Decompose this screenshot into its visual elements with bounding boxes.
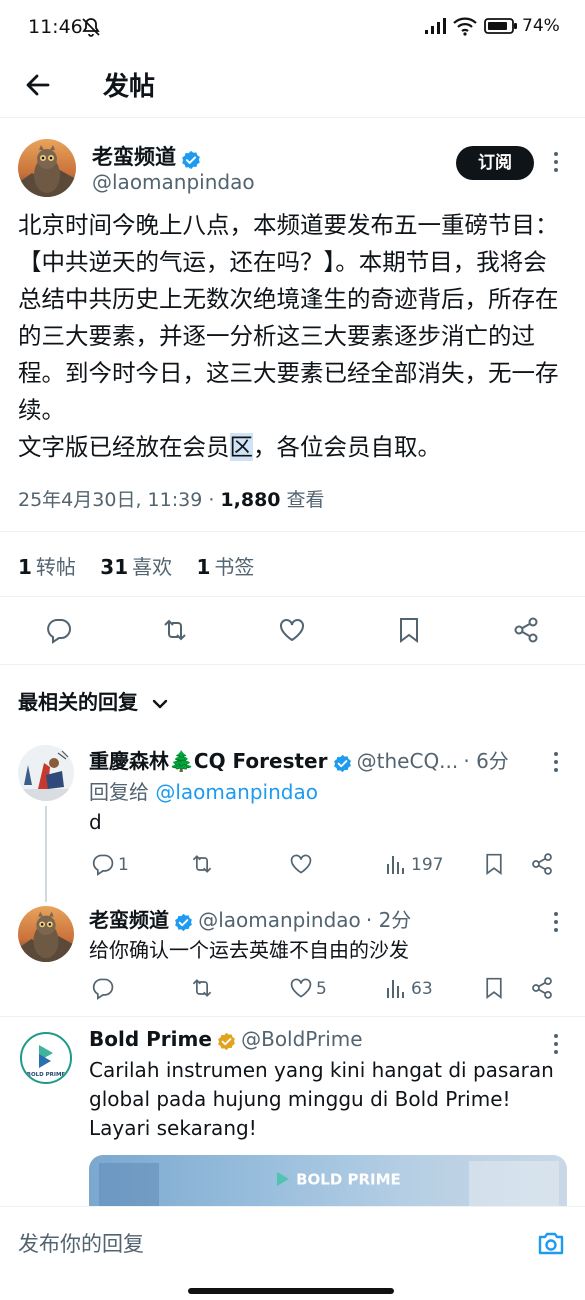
ad-banner-logo: BOLD PRIME: [275, 1169, 401, 1189]
post-timestamp: 25年4月30日, 11:39 ·: [18, 489, 221, 511]
post-meta: 25年4月30日, 11:39 · 1,880 查看: [18, 485, 325, 512]
top-app-bar: 发帖: [0, 52, 585, 118]
post-body: 北京时间今晚上八点，本频道要发布五一重磅节目：【中共逆天的气运，还在吗？】。本期…: [18, 207, 566, 466]
bookmarks-stat[interactable]: 1 书签: [196, 555, 254, 579]
repost-icon[interactable]: [160, 616, 190, 644]
ad-avatar[interactable]: BOLD PRIME: [20, 1032, 72, 1084]
author-handle[interactable]: @laomanpindao: [92, 170, 255, 194]
reply-avatar[interactable]: [18, 745, 74, 801]
reply-author-name[interactable]: 老蛮频道: [89, 908, 169, 932]
reply-header: 老蛮频道 @laomanpindao · 2分: [89, 904, 534, 933]
page-title: 发帖: [103, 72, 156, 102]
reply-count: 1: [118, 855, 129, 875]
divider: [0, 1016, 585, 1017]
status-bar: 11:46 74%: [0, 0, 585, 52]
reply-icon[interactable]: [91, 852, 115, 876]
play-logo-icon: [277, 1171, 289, 1186]
more-options-icon[interactable]: [554, 152, 560, 176]
views-count: 63: [411, 979, 433, 999]
post-text-tail: ，各位会员自取。: [253, 433, 441, 461]
reply-icon[interactable]: [91, 976, 115, 1000]
reply-author-handle[interactable]: @laomanpindao: [198, 908, 361, 932]
reply-author-handle[interactable]: @theCQ...: [357, 749, 459, 773]
author-avatar[interactable]: [18, 139, 76, 197]
post-text-selected: 区: [229, 433, 253, 461]
mute-icon: [80, 16, 102, 38]
replying-to: 回复给 @laomanpindao: [89, 780, 318, 804]
camera-icon[interactable]: [536, 1229, 566, 1257]
thread-line: [45, 806, 47, 902]
status-time: 11:46: [28, 16, 83, 38]
reply-icon[interactable]: [45, 616, 73, 644]
back-arrow-icon[interactable]: [22, 69, 54, 101]
reply-header: 重慶森林🌲CQ Forester @theCQ... · 6分: [89, 745, 534, 774]
share-icon[interactable]: [530, 976, 554, 1000]
ad-text: Carilah instrumen yang kini hangat di pa…: [89, 1058, 554, 1140]
repost-icon[interactable]: [189, 976, 215, 1000]
author-name[interactable]: 老蛮频道: [92, 145, 176, 169]
home-indicator[interactable]: [188, 1288, 394, 1294]
divider: [0, 596, 585, 597]
battery-percent: 74%: [522, 16, 560, 36]
ad-banner-text: BOLD PRIME: [296, 1170, 401, 1189]
views-count: 197: [411, 855, 444, 875]
like-icon[interactable]: [289, 852, 313, 876]
divider: [0, 664, 585, 665]
views-label: 查看: [280, 489, 325, 511]
replies-sort-dropdown[interactable]: 最相关的回复: [18, 686, 169, 715]
more-options-icon[interactable]: [554, 912, 560, 936]
verified-badge-icon: [181, 150, 201, 170]
views-icon[interactable]: [385, 852, 407, 876]
ad-header: Bold Prime @BoldPrime: [89, 1027, 363, 1051]
reply-input[interactable]: 发布你的回复: [18, 1228, 144, 1258]
verified-badge-icon: [333, 754, 352, 773]
ad-author-name[interactable]: Bold Prime: [89, 1027, 212, 1051]
bookmark-icon[interactable]: [483, 976, 505, 1000]
views-count: 1,880: [220, 489, 281, 511]
share-icon[interactable]: [512, 616, 540, 644]
reply-author-name[interactable]: 重慶森林🌲CQ Forester: [89, 749, 327, 773]
signal-icon: [424, 17, 448, 35]
replying-to-link[interactable]: @laomanpindao: [155, 780, 318, 804]
share-icon[interactable]: [530, 852, 554, 876]
bookmark-icon[interactable]: [396, 616, 422, 644]
author-name-row[interactable]: 老蛮频道: [92, 141, 201, 171]
chevron-down-icon[interactable]: [151, 695, 169, 713]
more-options-icon[interactable]: [554, 1034, 560, 1058]
divider: [0, 531, 585, 532]
ad-author-handle[interactable]: @BoldPrime: [241, 1027, 362, 1051]
likes-stat[interactable]: 31 喜欢: [100, 555, 172, 579]
replies-sort-label[interactable]: 最相关的回复: [18, 690, 138, 714]
post-text-main: 北京时间今晚上八点，本频道要发布五一重磅节目：【中共逆天的气运，还在吗？】。本期…: [18, 211, 559, 461]
like-icon[interactable]: [278, 616, 306, 644]
repost-icon[interactable]: [189, 852, 215, 876]
reply-time: · 2分: [365, 908, 412, 932]
reposts-stat[interactable]: 1 转帖: [18, 555, 76, 579]
post-stats: 1 转帖 31 喜欢 1 书签: [18, 551, 254, 580]
subscribe-button[interactable]: 订阅: [456, 146, 534, 180]
verified-badge-icon: [217, 1032, 236, 1051]
like-count: 5: [316, 979, 327, 999]
bookmark-icon[interactable]: [483, 852, 505, 876]
wifi-icon: [452, 15, 478, 37]
verified-badge-icon: [174, 913, 193, 932]
reply-time: · 6分: [463, 749, 509, 773]
reply-composer: 发布你的回复: [0, 1206, 585, 1300]
ad-logo-text: BOLD PRIME: [27, 1072, 66, 1078]
reply-text: d: [89, 810, 102, 834]
views-icon[interactable]: [385, 976, 407, 1000]
more-options-icon[interactable]: [554, 752, 560, 776]
reply-text: 给你确认一个运去英雄不自由的沙发: [89, 938, 409, 962]
reply-avatar[interactable]: [18, 906, 74, 962]
like-icon[interactable]: [289, 976, 313, 1000]
battery-icon: [484, 17, 518, 35]
